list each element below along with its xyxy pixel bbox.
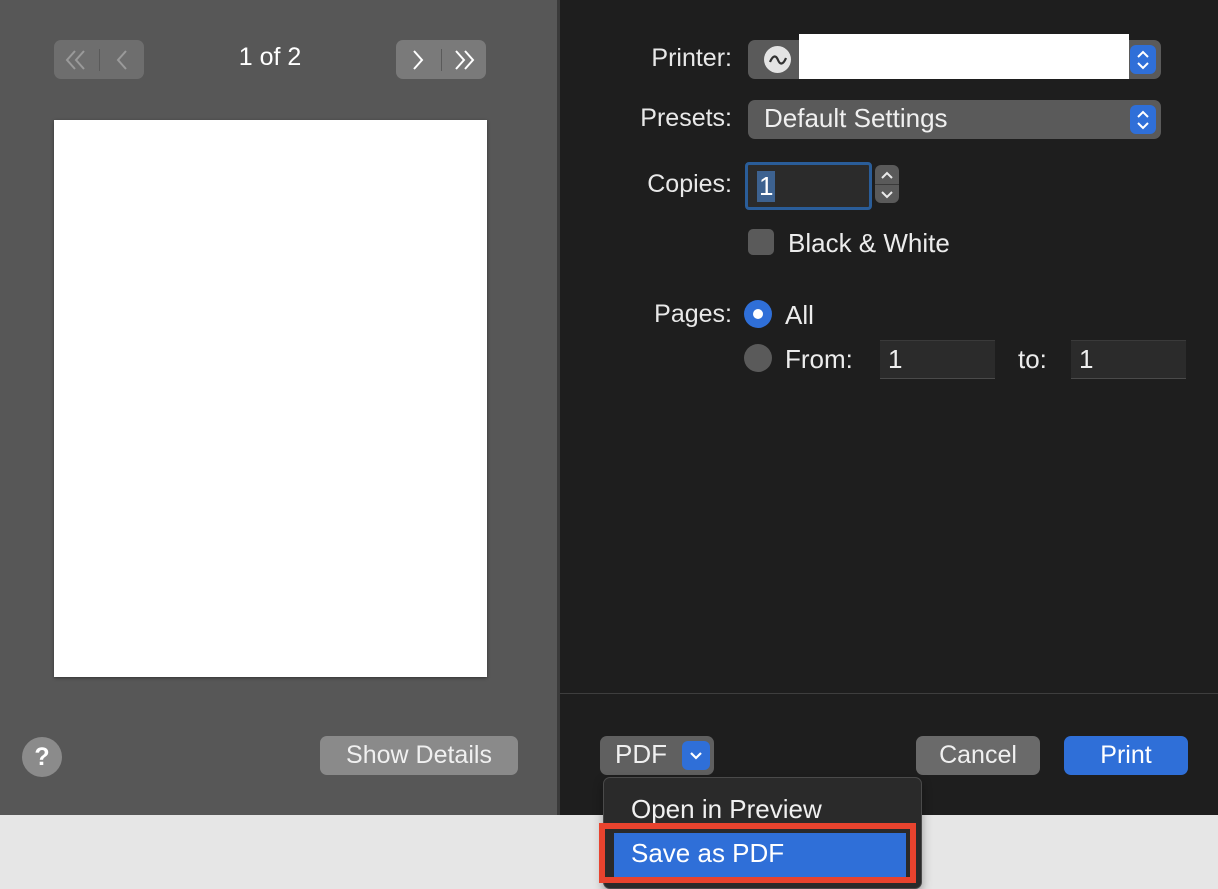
pages-label: Pages: [654,300,732,328]
cancel-button[interactable]: Cancel [916,736,1040,775]
updown-chevron-icon [1130,105,1156,134]
black-white-checkbox[interactable] [748,229,774,255]
presets-value: Default Settings [764,103,948,133]
pages-from-radio[interactable] [744,344,772,372]
chevron-left-icon [116,49,127,70]
show-details-button[interactable]: Show Details [320,736,518,775]
page-preview [54,120,487,677]
nav-forward-group [396,40,486,79]
pages-to-input[interactable]: 1 [1071,340,1186,379]
pages-all-label: All [785,300,814,330]
chevron-right-icon [413,49,424,70]
double-chevron-left-icon [65,49,85,70]
last-page-button[interactable] [442,40,487,79]
double-chevron-right-icon [455,49,475,70]
copies-stepper[interactable] [875,165,899,203]
chevron-down-icon[interactable] [875,185,899,204]
pages-to-value: 1 [1079,344,1094,374]
pages-from-input[interactable]: 1 [880,340,995,379]
menu-item-save-as-pdf[interactable]: Save as PDF [631,838,784,869]
pdf-label: PDF [615,739,667,769]
printer-name [799,34,1129,79]
nav-back-group [54,40,144,79]
pages-from-value: 1 [888,344,903,374]
copies-input[interactable]: 1 [745,162,872,210]
page-counter: 1 of 2 [238,43,302,71]
chevron-up-icon[interactable] [875,165,899,184]
print-dialog: 1 of 2 ? Show Details Printer: Presets: … [0,0,1218,815]
printer-popup[interactable] [748,34,1161,79]
chevron-down-icon [682,741,710,770]
print-button[interactable]: Print [1064,736,1188,775]
preview-panel: 1 of 2 ? Show Details [0,0,557,815]
copies-label: Copies: [647,170,732,198]
presets-label: Presets: [640,104,732,132]
updown-chevron-icon [1130,45,1156,74]
pdf-dropdown-menu: Open in Preview Save as PDF [603,777,922,889]
footer-divider [560,693,1218,694]
black-white-label: Black & White [788,228,950,258]
next-page-button[interactable] [396,40,441,79]
presets-popup[interactable]: Default Settings [748,100,1161,139]
printer-network-icon [764,46,791,73]
help-button[interactable]: ? [22,737,62,777]
printer-label: Printer: [651,44,732,72]
first-page-button[interactable] [54,40,99,79]
menu-item-open-in-preview[interactable]: Open in Preview [631,794,822,825]
pages-all-radio[interactable] [744,300,772,328]
copies-value: 1 [757,171,776,202]
prev-page-button[interactable] [100,40,145,79]
pdf-menu-button[interactable]: PDF [600,736,714,775]
pages-from-label: From: [785,344,853,374]
pages-to-label: to: [1018,344,1047,374]
